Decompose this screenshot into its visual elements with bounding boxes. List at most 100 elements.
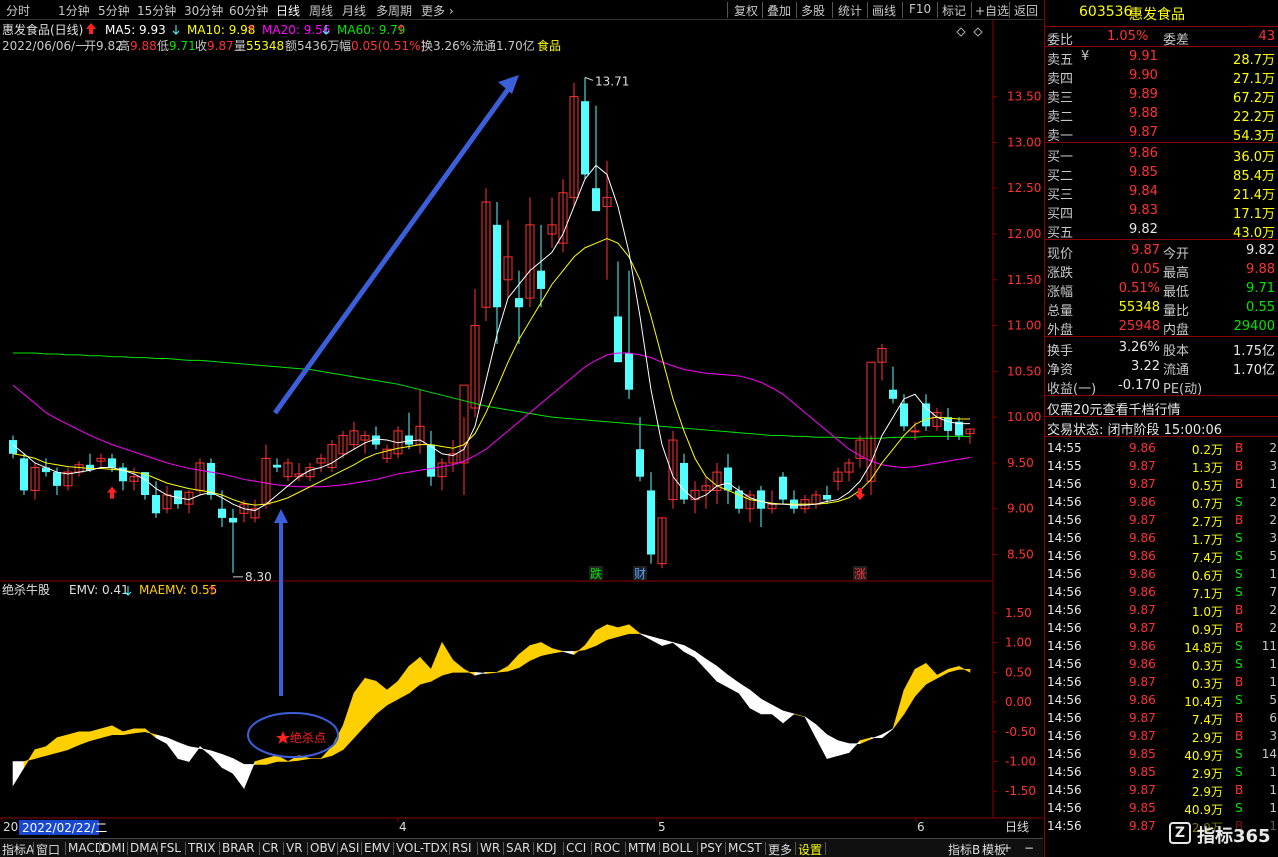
back-button[interactable]: 返回 (1014, 2, 1038, 19)
tab-divider (259, 842, 260, 855)
emv-band-up (793, 713, 806, 718)
indicator-tab-17[interactable]: KDJ (536, 841, 557, 855)
indicator-tab-9[interactable]: VR (286, 841, 303, 855)
toolbar-divider (867, 2, 868, 18)
promo-link[interactable]: 仅需20元查看千档行情 (1047, 399, 1181, 418)
multi-stock-button[interactable]: 多股 (801, 2, 825, 19)
tick-side: S (1235, 585, 1243, 599)
tab-5min[interactable]: 5分钟 (98, 2, 130, 19)
indicator-tab-3[interactable]: DMI (102, 841, 125, 855)
overlay-button[interactable]: 叠加 (767, 2, 791, 19)
indicator-tab-7[interactable]: BRAR (222, 841, 255, 855)
emv-band-down (749, 689, 762, 715)
emv-band-up (67, 731, 80, 751)
mark-button[interactable]: 标记 (942, 2, 966, 19)
tick-side: S (1235, 531, 1243, 545)
emv-band-up (496, 665, 509, 673)
tab-daily[interactable]: 日线 (276, 2, 300, 19)
marker-finance: 财 (634, 567, 646, 581)
indicator-tab-18[interactable]: CCI (566, 841, 586, 855)
f10-button[interactable]: F10 (909, 2, 931, 16)
adjust-button[interactable]: 复权 (734, 2, 758, 19)
tick-side: B (1235, 459, 1244, 473)
indicator-tab-20[interactable]: MTM (628, 841, 656, 855)
tab-divider (765, 842, 766, 855)
ma5-label: MA5: 9.93 (105, 23, 166, 37)
ask-price: 9.90 (1129, 68, 1158, 83)
promo-row: 仅需20元查看千档行情 (1045, 398, 1278, 418)
indicator-tab-24[interactable]: 更多 (768, 841, 792, 857)
toolbar-divider (832, 2, 833, 18)
tick-volume: 7.4万 (1191, 551, 1223, 565)
diamond-icon[interactable] (973, 27, 983, 37)
tab-monthly[interactable]: 月线 (342, 2, 366, 19)
emv-band-down (782, 710, 795, 724)
tick-price: 9.87 (1129, 603, 1156, 617)
indicator-tab-15[interactable]: WR (480, 841, 500, 855)
tick-price: 9.86 (1129, 531, 1156, 545)
indicator-tab-0[interactable]: 指标A (2, 841, 34, 857)
kline-chart[interactable]: 惠发食品(日线) MA5: 9.93 MA10: 9.98 MA20: 9.56 MA6… (0, 20, 1043, 838)
emv-band-up (441, 641, 454, 676)
sell-arrow-icon (855, 488, 865, 501)
ask-row: 卖二 9.88 22.2万 (1045, 105, 1278, 125)
add-watchlist-button[interactable]: +自选 (975, 2, 1009, 19)
indicator-tab-25[interactable]: 设置 (798, 841, 822, 857)
trading-status: 交易状态: 闭市阶段 15:00:06 (1047, 423, 1223, 438)
tab-30min[interactable]: 30分钟 (184, 2, 223, 19)
indicator-tab-22[interactable]: PSY (700, 841, 722, 855)
stats-button[interactable]: 统计 (838, 2, 862, 19)
chart-area[interactable]: 惠发食品(日线) MA5: 9.93 MA10: 9.98 MA20: 9.56 MA6… (0, 20, 1043, 838)
tick-count: 5 (1269, 693, 1277, 707)
indicator-tab-16[interactable]: SAR (506, 841, 530, 855)
emv-band-up (507, 653, 520, 672)
emv-band-down (870, 734, 883, 740)
info-float-label: 流通 (472, 39, 496, 53)
indicator-tab-14[interactable]: RSI (452, 841, 472, 855)
bid-volume: 85.4万 (1233, 169, 1275, 184)
candle-down (614, 316, 622, 363)
indicator-tab-1[interactable]: 窗口 (36, 841, 60, 857)
emv-band-up (914, 662, 927, 697)
emv-band-up (133, 728, 146, 734)
tick-row: 14:55 9.87 1.3万 B 3 (1045, 457, 1278, 475)
indicator-tab-11[interactable]: ASI (340, 841, 359, 855)
fund-value: 3.26% (1118, 340, 1160, 355)
tab-60min[interactable]: 60分钟 (229, 2, 268, 19)
indicator-tab-8[interactable]: CR (262, 841, 279, 855)
zoom-in-button[interactable]: + (1002, 841, 1012, 855)
ask-price: 9.89 (1129, 87, 1158, 102)
tab-divider (795, 842, 796, 855)
indicator-tab-6[interactable]: TRIX (188, 841, 215, 855)
ask-row: 卖四 9.90 27.1万 (1045, 67, 1278, 87)
candle-down (625, 353, 633, 390)
ask-volume: 27.1万 (1233, 72, 1275, 87)
tick-row: 14:56 9.86 0.6万 S 1 (1045, 565, 1278, 583)
tab-15min[interactable]: 15分钟 (137, 2, 176, 19)
indicator-tab-21[interactable]: BOLL (662, 841, 693, 855)
indicator-tab-23[interactable]: MCST (728, 841, 762, 855)
info-amt: 5436万 (297, 39, 340, 53)
diamond-icon[interactable] (956, 27, 966, 37)
tick-row: 14:56 9.86 10.4万 S 5 (1045, 691, 1278, 709)
zoom-out-button[interactable]: − (1024, 841, 1034, 855)
indicator-tab-12[interactable]: EMV (364, 841, 390, 855)
tab-more[interactable]: 更多 › (421, 2, 454, 19)
emv-band-down (243, 761, 256, 789)
indicator-tab-19[interactable]: ROC (594, 841, 620, 855)
tab-intraday[interactable]: 分时 (6, 2, 30, 19)
draw-button[interactable]: 画线 (872, 2, 896, 19)
indicator-tab-4[interactable]: DMA (130, 841, 158, 855)
tab-1min[interactable]: 1分钟 (58, 2, 90, 19)
indicator-b-button[interactable]: 指标B (948, 841, 980, 857)
fund-label: 换手 (1047, 344, 1074, 359)
emv-band-down (639, 633, 652, 641)
tab-weekly[interactable]: 周线 (309, 2, 333, 19)
indicator-tab-10[interactable]: OBV (310, 841, 336, 855)
indicator-tab-5[interactable]: FSL (160, 841, 181, 855)
emv-band-down (221, 753, 234, 774)
indicator-tab-13[interactable]: VOL-TDX (396, 841, 448, 855)
quote-label: 现价 (1047, 247, 1074, 262)
tab-multi-period[interactable]: 多周期 (376, 2, 412, 19)
candle-down (636, 449, 644, 477)
